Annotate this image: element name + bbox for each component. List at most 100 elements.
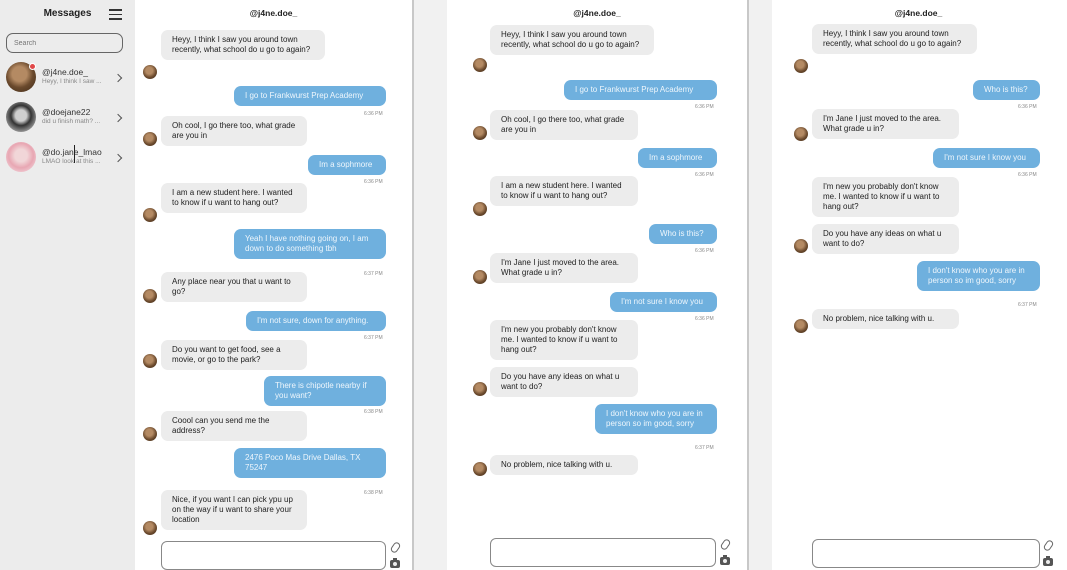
incoming-message: Any place near you that u want to go?	[161, 272, 307, 302]
sender-avatar	[794, 127, 808, 141]
conversation-item-j4ne-doe[interactable]: @j4ne.doe_ Heyy, I think I saw ...	[6, 62, 131, 96]
outgoing-message: Who is this?	[973, 80, 1040, 100]
panel-divider	[412, 0, 414, 570]
chat-panel: @j4ne.doe_ Heyy, I think I saw you aroun…	[447, 0, 747, 570]
sender-avatar	[794, 319, 808, 333]
incoming-message: Heyy, I think I saw you around town rece…	[812, 24, 977, 54]
incoming-message: I'm new you probably don't know me. I wa…	[490, 320, 638, 360]
incoming-message: No problem, nice talking with u.	[812, 309, 959, 329]
sender-avatar	[143, 208, 157, 222]
sender-avatar	[143, 354, 157, 368]
incoming-message: Do you have any ideas on what u want to …	[812, 224, 959, 254]
message-timestamp: 6:36 PM	[1018, 172, 1037, 178]
conversation-item-doejane22[interactable]: @doejane22 did u finish math? ...	[6, 102, 131, 136]
message-timestamp: 6:36 PM	[695, 316, 714, 322]
camera-icon[interactable]	[720, 555, 730, 565]
outgoing-message: I go to Frankwurst Prep Academy	[234, 86, 386, 106]
outgoing-message: I don't know who you are in person so im…	[917, 261, 1040, 291]
incoming-message: I'm Jane I just moved to the area. What …	[490, 253, 638, 283]
conversation-name: @j4ne.doe_	[42, 67, 88, 77]
outgoing-message: Im a sophmore	[638, 148, 717, 168]
message-input[interactable]	[812, 539, 1040, 568]
incoming-message: No problem, nice talking with u.	[490, 455, 638, 475]
sender-avatar	[473, 202, 487, 216]
incoming-message: Oh cool, I go there too, what grade are …	[161, 116, 307, 146]
outgoing-message: I'm not sure, down for anything.	[246, 311, 386, 331]
outgoing-message: 2476 Poco Mas Drive Dallas, TX 75247	[234, 448, 386, 478]
chat-panel: @j4ne.doe_ Heyy, I think I saw you aroun…	[772, 0, 1065, 570]
incoming-message: Heyy, I think I saw you around town rece…	[490, 25, 654, 55]
gutter	[412, 0, 447, 570]
sender-avatar	[143, 132, 157, 146]
conversation-preview: did u finish math? ...	[42, 118, 101, 125]
chevron-right-icon	[113, 113, 123, 123]
sender-avatar	[473, 382, 487, 396]
avatar	[6, 142, 36, 172]
incoming-message: I am a new student here. I wanted to kno…	[161, 183, 307, 213]
sender-avatar	[143, 289, 157, 303]
incoming-message: I'm Jane I just moved to the area. What …	[812, 109, 959, 139]
text-cursor	[74, 145, 75, 163]
outgoing-message: Im a sophmore	[308, 155, 386, 175]
message-timestamp: 6:36 PM	[695, 104, 714, 110]
panel-divider	[747, 0, 749, 570]
incoming-message: Heyy, I think I saw you around town rece…	[161, 30, 325, 60]
message-timestamp: 6:38 PM	[364, 490, 383, 496]
sender-avatar	[473, 462, 487, 476]
conversation-name: @doejane22	[42, 107, 91, 117]
incoming-message: Do you want to get food, see a movie, or…	[161, 340, 307, 370]
incoming-message: Coool can you send me the address?	[161, 411, 307, 441]
avatar	[6, 102, 36, 132]
hamburger-icon[interactable]	[109, 9, 122, 20]
sender-avatar	[473, 58, 487, 72]
chevron-right-icon	[113, 153, 123, 163]
incoming-message: I am a new student here. I wanted to kno…	[490, 176, 638, 206]
outgoing-message: There is chipotle nearby if you want?	[264, 376, 386, 406]
incoming-message: I'm new you probably don't know me. I wa…	[812, 177, 959, 217]
message-timestamp: 6:38 PM	[364, 409, 383, 415]
sender-avatar	[143, 65, 157, 79]
message-input[interactable]	[490, 538, 716, 567]
outgoing-message: I'm not sure I know you	[933, 148, 1040, 168]
message-timestamp: 6:37 PM	[695, 445, 714, 451]
outgoing-message: I go to Frankwurst Prep Academy	[564, 80, 717, 100]
incoming-message: Oh cool, I go there too, what grade are …	[490, 110, 638, 140]
message-timestamp: 6:36 PM	[364, 111, 383, 117]
sender-avatar	[794, 239, 808, 253]
message-timestamp: 6:37 PM	[1018, 302, 1037, 308]
chat-header: @j4ne.doe_	[894, 8, 943, 18]
outgoing-message: Yeah I have nothing going on, I am down …	[234, 229, 386, 259]
sender-avatar	[143, 521, 157, 535]
paperclip-icon[interactable]	[1042, 538, 1055, 553]
outgoing-message: Who is this?	[649, 224, 717, 244]
sender-avatar	[794, 59, 808, 73]
camera-icon[interactable]	[390, 558, 400, 568]
chevron-right-icon	[113, 73, 123, 83]
conversation-sidebar: Messages @j4ne.doe_ Heyy, I think I saw …	[0, 0, 135, 570]
message-timestamp: 6:36 PM	[695, 172, 714, 178]
message-timestamp: 6:36 PM	[695, 248, 714, 254]
outgoing-message: I don't know who you are in person so im…	[595, 404, 717, 434]
conversation-item-do-jane-lmao[interactable]: @do.jane_lmao LMAO look at this ...	[6, 142, 131, 176]
message-timestamp: 6:37 PM	[364, 271, 383, 277]
unread-badge	[29, 63, 36, 70]
conversation-name: @do.jane_lmao	[42, 147, 102, 157]
chat-header: @j4ne.doe_	[573, 8, 621, 18]
sender-avatar	[473, 270, 487, 284]
incoming-message: Nice, if you want I can pick ypu up on t…	[161, 490, 307, 530]
conversation-preview: Heyy, I think I saw ...	[42, 78, 102, 85]
conversation-preview: LMAO look at this ...	[42, 158, 101, 165]
camera-icon[interactable]	[1043, 556, 1053, 566]
message-input[interactable]	[161, 541, 386, 570]
chat-panel: @j4ne.doe_ Heyy, I think I saw you aroun…	[135, 0, 412, 570]
paperclip-icon[interactable]	[389, 540, 402, 555]
incoming-message: Do you have any ideas on what u want to …	[490, 367, 638, 397]
paperclip-icon[interactable]	[719, 537, 732, 552]
sender-avatar	[473, 126, 487, 140]
gutter	[747, 0, 772, 570]
sender-avatar	[143, 427, 157, 441]
message-timestamp: 6:36 PM	[1018, 104, 1037, 110]
message-timestamp: 6:37 PM	[364, 335, 383, 341]
chat-header: @j4ne.doe_	[249, 8, 298, 18]
search-input[interactable]	[6, 33, 123, 53]
